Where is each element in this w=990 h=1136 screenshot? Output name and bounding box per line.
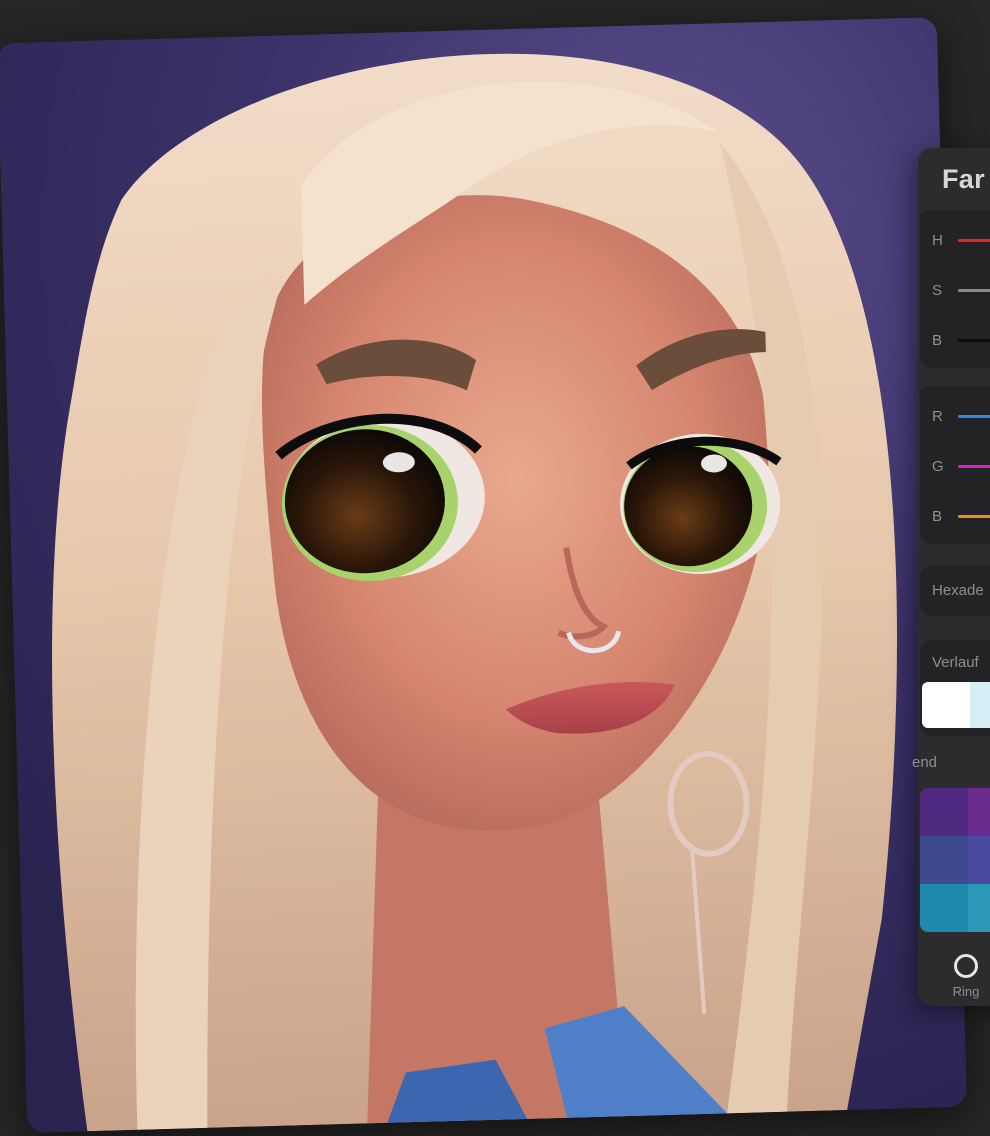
ring-icon xyxy=(954,954,978,978)
slider-blue[interactable]: B xyxy=(932,506,990,526)
app-stage: Far H S B R G B Hexade Verlauf end Ring xyxy=(0,0,990,1136)
palette-swatch[interactable] xyxy=(968,884,990,932)
slider-label: B xyxy=(932,507,943,525)
drawing-canvas[interactable] xyxy=(0,17,968,1133)
ring-tool-button[interactable]: Ring xyxy=(948,954,984,999)
hex-field[interactable]: Hexade xyxy=(920,566,990,616)
gradient-section: Verlauf xyxy=(920,640,990,736)
slider-track[interactable] xyxy=(958,288,990,292)
slider-red[interactable]: R xyxy=(932,406,990,426)
hsb-slider-group: H S B xyxy=(920,210,990,368)
slider-hue[interactable]: H xyxy=(932,230,990,250)
color-panel: Far H S B R G B Hexade Verlauf end Ring xyxy=(912,148,990,1006)
slider-track[interactable] xyxy=(958,514,990,518)
panel-title: Far xyxy=(942,164,985,194)
hex-label: Hexade xyxy=(932,582,984,599)
gradient-swatch[interactable] xyxy=(970,682,990,728)
palette-swatch[interactable] xyxy=(920,788,968,836)
rgb-slider-group: R G B xyxy=(920,386,990,544)
palette-swatch[interactable] xyxy=(968,788,990,836)
slider-label: R xyxy=(932,407,943,425)
slider-label: G xyxy=(932,457,944,475)
slider-green[interactable]: G xyxy=(932,456,990,476)
palette-swatch[interactable] xyxy=(968,836,990,884)
slider-brightness[interactable]: B xyxy=(932,330,990,350)
palette-swatch[interactable] xyxy=(920,884,968,932)
slider-track[interactable] xyxy=(958,338,990,342)
slider-track[interactable] xyxy=(958,464,990,468)
slider-label: B xyxy=(932,331,943,349)
ring-label: Ring xyxy=(952,984,980,999)
palette-label: end xyxy=(912,754,938,771)
slider-label: S xyxy=(932,281,943,299)
color-palette xyxy=(920,788,990,932)
slider-saturation[interactable]: S xyxy=(932,280,990,300)
slider-track[interactable] xyxy=(958,238,990,242)
gradient-label: Verlauf xyxy=(932,654,979,671)
gradient-swatches[interactable] xyxy=(922,682,990,728)
slider-label: H xyxy=(932,231,943,249)
gradient-swatch[interactable] xyxy=(922,682,970,728)
slider-track[interactable] xyxy=(958,414,990,418)
portrait-illustration xyxy=(0,17,968,1133)
palette-swatch[interactable] xyxy=(920,836,968,884)
